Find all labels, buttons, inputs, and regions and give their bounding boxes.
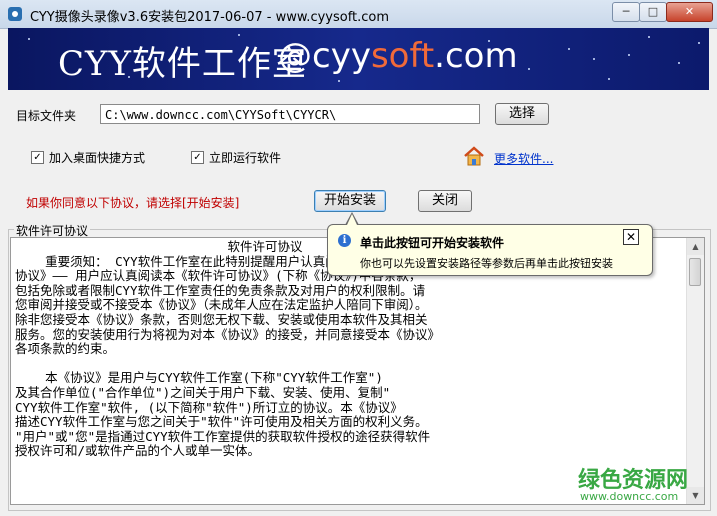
run-now-label: 立即运行软件	[209, 151, 282, 165]
license-line: 及其合作单位("合作单位")之间关于用户下载、安装、使用、复制"	[15, 384, 391, 400]
brand-prefix: @cyy	[278, 36, 371, 76]
agree-notice: 如果你同意以下协议，请选择[开始安装]	[26, 196, 240, 210]
window-title: CYY摄像头录像v3.6安装包2017-06-07 - www.cyysoft.…	[30, 10, 390, 25]
license-line: 包括免除或者限制CYY软件工作室责任的免责条款及对用户的权利限制。请	[15, 282, 426, 298]
run-now-checkbox[interactable]: ✓	[191, 151, 204, 164]
start-install-button[interactable]: 开始安装	[314, 190, 386, 212]
tooltip-tail-inner	[347, 214, 357, 225]
license-line: 各项条款的约束。	[15, 341, 116, 357]
tooltip-title: 单击此按钮可开始安装软件	[360, 236, 505, 250]
tooltip-close-icon[interactable]: ✕	[623, 229, 639, 245]
banner-brand: @cyysoft.com	[278, 36, 518, 76]
banner: CYY软件工作室 @cyysoft.com	[8, 28, 709, 90]
license-line: 除非您接受本《协议》条款，否则您无权下载、安装或使用本软件及其相关	[15, 311, 428, 327]
license-line: 服务。您的安装使用行为将视为对本《协议》的接受，并同意接受本《协议》	[15, 326, 441, 342]
title-bar: CYY摄像头录像v3.6安装包2017-06-07 - www.cyysoft.…	[0, 0, 717, 29]
watermark-url: www.downcc.com	[580, 490, 679, 503]
target-folder-input[interactable]: C:\www.downcc.com\CYYSoft\CYYCR\	[100, 104, 480, 124]
license-line: 您审阅并接受或不接受本《协议》（未成年人应在法定监护人陪同下审阅）。	[15, 297, 428, 313]
license-line	[15, 357, 685, 372]
watermark: 绿色资源网 www.downcc.com	[578, 462, 706, 506]
target-folder-label: 目标文件夹	[16, 109, 77, 123]
license-line: 描述CYY软件工作室与您之间关于"软件"许可使用及相关方面的权利义务。	[15, 414, 428, 430]
license-line: 本《协议》是用户与CYY软件工作室(下称"CYY软件工作室")	[15, 370, 383, 386]
close-window-button[interactable]: ✕	[666, 2, 713, 22]
banner-studio-name: CYY软件工作室	[58, 44, 307, 84]
license-line: CYY软件工作室"软件, (以下简称"软件")所订立的协议。本《协议》	[15, 399, 403, 415]
app-icon	[8, 7, 22, 21]
scroll-up-arrow-icon[interactable]: ▲	[687, 238, 704, 255]
license-line: 授权许可和/或软件产品的个人或单一实体。	[15, 443, 261, 459]
browse-button[interactable]: 选择	[495, 103, 549, 125]
info-icon: i	[338, 234, 351, 247]
scroll-thumb[interactable]	[689, 258, 701, 286]
license-line: "用户"或"您"是指通过CYY软件工作室提供的获取软件授权的途径获得软件	[15, 428, 431, 444]
desktop-shortcut-label: 加入桌面快捷方式	[49, 151, 146, 165]
close-button[interactable]: 关闭	[418, 190, 472, 212]
brand-highlight: soft	[370, 36, 435, 76]
minimize-button[interactable]: ─	[612, 2, 640, 22]
maximize-button[interactable]: □	[639, 2, 667, 22]
home-icon[interactable]	[463, 145, 485, 167]
desktop-shortcut-checkbox[interactable]: ✓	[31, 151, 44, 164]
brand-suffix: .com	[434, 36, 518, 76]
more-software-link[interactable]: 更多软件...	[494, 150, 553, 167]
tooltip-body: 你也可以先设置安装路径等参数后再单击此按钮安装	[360, 257, 613, 270]
install-tooltip: i 单击此按钮可开始安装软件 你也可以先设置安装路径等参数后再单击此按钮安装 ✕	[327, 224, 653, 276]
